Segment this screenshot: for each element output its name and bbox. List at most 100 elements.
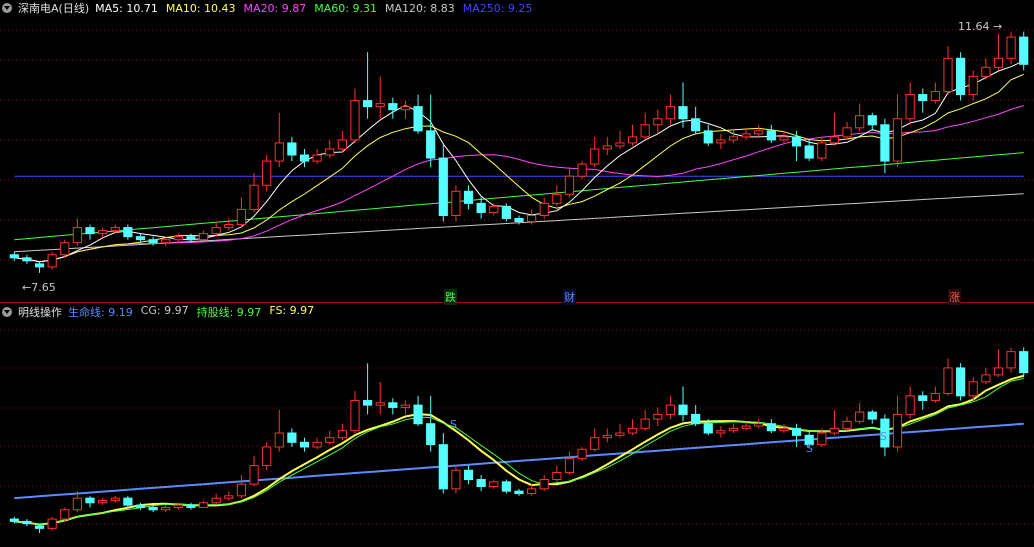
price-candle-body xyxy=(325,148,335,156)
sub-candle-body xyxy=(1006,351,1016,369)
price-candle-body xyxy=(299,154,310,162)
price-candle-body xyxy=(741,133,751,138)
price-candle-body xyxy=(438,157,448,216)
price-candle-body xyxy=(47,254,57,268)
event-marker-fall[interactable]: 跌 xyxy=(444,289,457,305)
price-candle-body xyxy=(1019,36,1029,65)
sub-candle-body xyxy=(362,399,373,406)
ma60-line xyxy=(14,152,1024,241)
sub-candle-body xyxy=(691,413,701,425)
low-price-label: ←7.65 xyxy=(22,281,56,294)
price-candle-body xyxy=(337,139,347,150)
sub-candle-body xyxy=(463,469,474,481)
price-candle-body xyxy=(463,190,474,204)
price-candle-body xyxy=(892,118,903,162)
price-candle-body xyxy=(703,130,713,144)
price-candle-body xyxy=(426,130,436,159)
signal-marker: S xyxy=(806,442,813,455)
price-candle-body xyxy=(930,91,940,102)
sub-candle-body xyxy=(602,434,612,439)
sub-candle-body xyxy=(72,497,82,511)
signal-marker: S xyxy=(880,430,887,443)
sub-candle-body xyxy=(766,423,776,432)
price-candle-body xyxy=(413,106,423,132)
sub-candle-body xyxy=(842,420,852,429)
price-candle-body xyxy=(1006,36,1016,59)
price-candle-body xyxy=(577,163,587,177)
sub-candle-body xyxy=(211,497,221,504)
sub-candle-body xyxy=(110,497,120,501)
price-candle-body xyxy=(72,227,82,244)
sub-candle-body xyxy=(388,402,398,408)
price-candle-body xyxy=(161,239,171,244)
fs-line xyxy=(14,374,1024,526)
sub-candle-body xyxy=(438,444,448,490)
sub-candle-body xyxy=(350,399,360,432)
sub-candle-body xyxy=(855,411,865,422)
price-candle-body xyxy=(375,103,385,108)
sub-candle-body xyxy=(287,432,297,443)
price-candle-body xyxy=(728,136,739,141)
sub-candle-body xyxy=(577,448,587,460)
sub-candle-body xyxy=(716,430,726,434)
price-candle-body xyxy=(842,127,852,138)
price-candle-body xyxy=(552,193,562,204)
sub-candle-body xyxy=(817,432,827,446)
sub-candle-body xyxy=(426,423,436,446)
sub-candle-body xyxy=(186,504,196,508)
price-candle-body xyxy=(791,136,802,147)
event-marker-rise[interactable]: 涨 xyxy=(948,289,961,305)
sub-candle-body xyxy=(678,404,688,415)
price-candle-body xyxy=(110,227,120,232)
sub-candle-body xyxy=(981,374,991,383)
price-candle-body xyxy=(98,230,108,235)
price-candle-body xyxy=(85,227,95,235)
price-candle-body xyxy=(236,208,247,226)
sub-candle-body xyxy=(741,425,751,429)
sub-candle-body xyxy=(161,506,171,511)
price-candle-body xyxy=(627,136,638,144)
sub-candle-body xyxy=(539,479,549,490)
price-candle-body xyxy=(148,239,158,244)
price-candle-body xyxy=(564,175,575,195)
price-candle-body xyxy=(880,124,890,162)
sub-candle-body xyxy=(135,504,146,508)
sub-candle-body xyxy=(337,430,347,439)
price-candle-body xyxy=(34,263,45,268)
sub-candle-body xyxy=(993,367,1004,376)
event-marker-finance[interactable]: 财 xyxy=(563,289,576,305)
price-candle-body xyxy=(640,124,650,138)
price-candle-body xyxy=(716,139,726,144)
price-candle-body xyxy=(224,224,234,229)
price-candle-body xyxy=(60,242,70,256)
sub-candle-body xyxy=(400,404,411,408)
sub-candle-body xyxy=(703,423,713,434)
candlestick-chart[interactable] xyxy=(0,0,1034,547)
sub-candle-body xyxy=(501,481,511,492)
price-candle-body xyxy=(274,142,284,162)
price-candle-body xyxy=(691,118,701,132)
sub-candle-body xyxy=(829,427,840,434)
price-candle-body xyxy=(388,103,398,111)
sub-candle-body xyxy=(325,437,335,443)
ma5-line xyxy=(14,60,1024,263)
price-candle-body xyxy=(943,57,953,93)
sub-candle-body xyxy=(123,497,133,506)
sub-candle-body xyxy=(274,432,284,448)
sub-candle-body xyxy=(148,506,158,511)
price-candle-body xyxy=(501,205,511,220)
sub-candle-body xyxy=(47,518,57,529)
sub-candle-body xyxy=(60,509,70,520)
price-candle-body xyxy=(249,184,259,210)
sub-candle-body xyxy=(1019,351,1029,374)
sub-candle-body xyxy=(249,465,259,485)
price-candle-body xyxy=(665,106,676,120)
price-candle-body xyxy=(287,142,297,156)
sub-candle-body xyxy=(198,502,209,508)
sub-candle-body xyxy=(640,418,650,429)
price-candle-body xyxy=(514,218,524,223)
price-candle-body xyxy=(905,94,915,120)
sub-candle-body xyxy=(489,481,499,488)
signal-marker: S xyxy=(450,418,457,431)
sub-candle-body xyxy=(564,458,575,474)
